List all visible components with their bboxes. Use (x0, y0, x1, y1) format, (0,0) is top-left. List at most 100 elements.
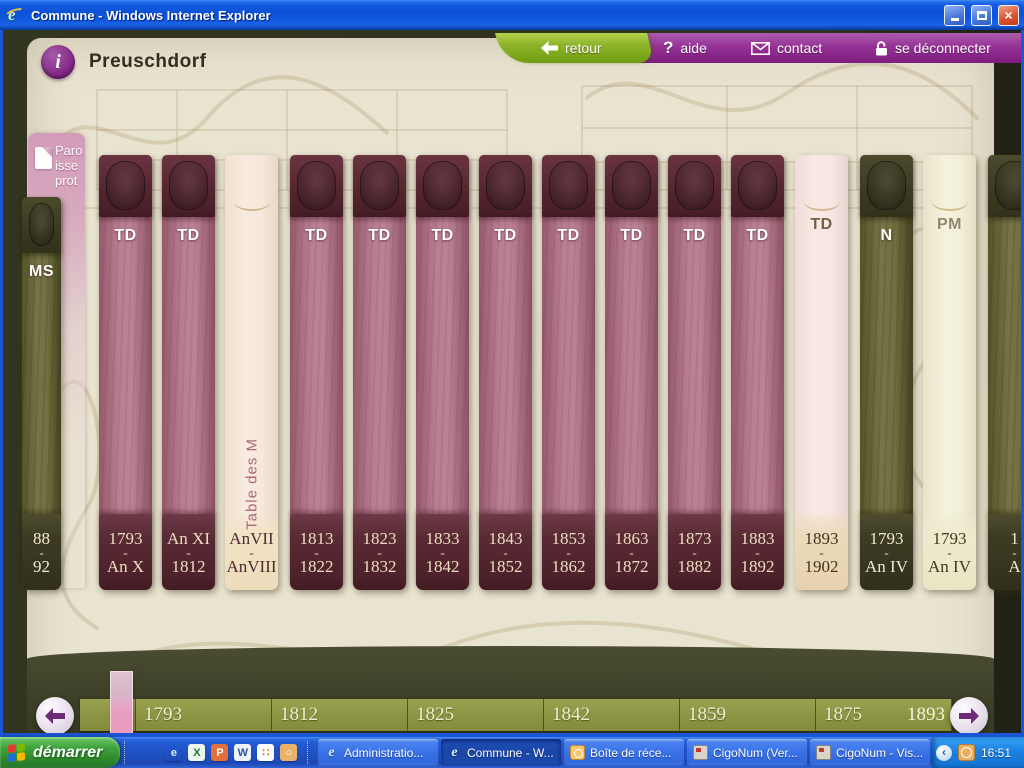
book-cap-ornament (988, 155, 1021, 217)
book-cap-ornament (731, 155, 784, 217)
book-type-label: TD (290, 226, 343, 246)
tab-paroisse-label: Paro isse prot (55, 143, 82, 188)
book-cap-ornament (353, 155, 406, 217)
timeline-year-label: 1875 (824, 704, 862, 726)
timeline-segment[interactable]: 1812 (271, 699, 407, 731)
book-spine[interactable]: TD An XI-1812 (162, 155, 215, 590)
book-cap-ornament (542, 155, 595, 217)
timeline-prev-button[interactable] (36, 697, 74, 733)
book-spine-ms[interactable]: MS 88 - 92 (22, 197, 61, 590)
tray-chevron-icon[interactable]: ‹ (936, 745, 952, 761)
ie-icon: e (447, 745, 462, 760)
book-spine[interactable]: TD 1793-An X (99, 155, 152, 590)
nav-logout-button[interactable]: se déconnecter (875, 33, 991, 63)
book-type-label: TD (731, 226, 784, 246)
book-type-label: TD (605, 226, 658, 246)
excel-icon[interactable]: X (188, 744, 205, 761)
book-type-label: MS (22, 262, 61, 282)
flourish-ornament (804, 193, 840, 211)
window-title: Commune - Windows Internet Explorer (31, 8, 938, 23)
timeline-bar[interactable]: 17931812 1825 18421859 1875 1893 (80, 699, 952, 731)
book-years: 1793-An X (99, 514, 152, 590)
book-type-label: TD (668, 226, 721, 246)
nav-contact-button[interactable]: contact (751, 33, 822, 63)
nav-retour-button[interactable]: retour (541, 33, 602, 63)
book-years: 1833-1842 (416, 514, 469, 590)
timeline-end-year-label: 1893 (907, 704, 945, 726)
window-titlebar[interactable]: e Commune - Windows Internet Explorer × (0, 0, 1024, 30)
app-icon (816, 745, 831, 760)
launcher-icon[interactable]: e (165, 744, 182, 761)
timeline-segment[interactable]: 1859 (679, 699, 815, 731)
taskbar-button[interactable]: Boîte de réce... (564, 739, 684, 766)
nav-aide-button[interactable]: ? aide (663, 33, 707, 63)
screen: e Commune - Windows Internet Explorer × (0, 0, 1024, 768)
ie-icon: e (324, 745, 339, 760)
book-type-label: TD (162, 226, 215, 246)
book-spine[interactable]: TD1863-1872 (605, 155, 658, 590)
document-icon (35, 147, 52, 169)
book-spine[interactable]: PM1793-An IV (923, 155, 976, 590)
book-spine[interactable]: 1-A (988, 155, 1021, 590)
timeline-year-label: 1825 (416, 704, 454, 726)
start-button[interactable]: démarrer (0, 737, 120, 768)
book-cap-ornament (290, 155, 343, 217)
book-years: 1793-An IV (923, 514, 976, 590)
book-cap-ornament (99, 155, 152, 217)
timeline-segment[interactable]: 1875 1893 (815, 699, 952, 731)
app-icon (693, 745, 708, 760)
task-buttons: eAdministratio...eCommune - W...Boîte de… (318, 739, 930, 766)
book-cap-ornament (479, 155, 532, 217)
book-spine[interactable]: TD1853-1862 (542, 155, 595, 590)
arrow-left-icon (45, 708, 65, 724)
taskbar-button[interactable]: eAdministratio... (318, 739, 438, 766)
taskbar-button[interactable]: eCommune - W... (441, 739, 561, 766)
book-spine[interactable]: TD1813-1822 (290, 155, 343, 590)
system-tray: ‹ 16:51 (932, 737, 1024, 768)
maximize-glyph (977, 11, 987, 20)
word-icon[interactable]: W (234, 744, 251, 761)
book-spine[interactable]: TD1823-1832 (353, 155, 406, 590)
powerpoint-icon[interactable]: P (211, 744, 228, 761)
book-spine[interactable]: TD 1833-1842 (416, 155, 469, 590)
book-type-label: TD (479, 226, 532, 246)
book-type-label: TD (99, 226, 152, 246)
book-spine[interactable]: TD1893-1902 (795, 155, 848, 590)
book-years: 1843-1852 (479, 514, 532, 590)
quick-launch: eXPW ∷ ○ (159, 737, 303, 768)
timeline-segment[interactable]: 1825 (407, 699, 543, 731)
minimize-button[interactable] (944, 5, 965, 26)
close-button[interactable]: × (998, 5, 1019, 26)
app-canvas: 17931812 1825 18421859 1875 1893 Paro isse p… (3, 30, 1021, 733)
book-spine[interactable]: TD1883-1892 (731, 155, 784, 590)
book-years: An XI-1812 (162, 514, 215, 590)
timeline-segment[interactable]: 1842 (543, 699, 679, 731)
book-spine[interactable]: TD 1873-1882 (668, 155, 721, 590)
taskbar-separator[interactable] (307, 741, 312, 764)
ie-logo-icon: e (5, 5, 25, 25)
top-navbar: retour ? aide contact (503, 33, 1021, 63)
book-years: 1823-1832 (353, 514, 406, 590)
book-spine[interactable]: N1793-An IV (860, 155, 913, 590)
info-icon[interactable]: i (41, 45, 75, 79)
book-cap-ornament (162, 155, 215, 217)
book-spine[interactable]: TD 1843-1852 (479, 155, 532, 590)
info-glyph: i (55, 51, 61, 73)
timeline-segment[interactable]: 1793 (135, 699, 271, 731)
clock-icon[interactable]: ○ (280, 744, 297, 761)
help-icon: ? (663, 38, 673, 58)
book-years: 1873-1882 (668, 514, 721, 590)
flourish-ornament (234, 193, 270, 211)
book-type-label: TD (416, 226, 469, 246)
book-years: 1793-An IV (860, 514, 913, 590)
timeline-next-button[interactable] (950, 697, 988, 733)
maximize-button[interactable] (971, 5, 992, 26)
taskbar-button[interactable]: CigoNum (Ver... (687, 739, 807, 766)
taskbar-separator[interactable] (124, 741, 129, 764)
browser-viewport: 17931812 1825 18421859 1875 1893 Paro isse p… (0, 30, 1024, 737)
taskbar-button[interactable]: CigoNum - Vis... (810, 739, 930, 766)
book-spine[interactable]: Table des MAnVII-AnVIII (225, 155, 278, 590)
timeline-slider-handle[interactable] (110, 671, 133, 733)
media-icon[interactable]: ∷ (257, 744, 274, 761)
book-cap-ornament (22, 197, 61, 253)
